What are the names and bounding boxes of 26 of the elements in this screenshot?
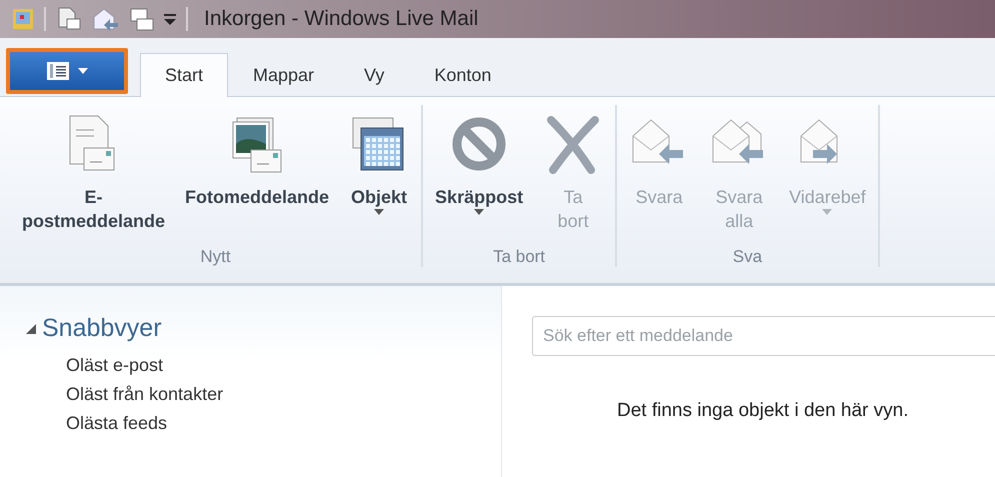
ribbon-button[interactable]: E- postmeddelande bbox=[22, 105, 166, 233]
customize-icon[interactable] bbox=[164, 12, 176, 26]
ribbon-tab[interactable]: Mappar bbox=[228, 53, 340, 97]
app-menu-button[interactable] bbox=[6, 48, 128, 94]
caret-icon bbox=[78, 68, 88, 74]
ribbon-tab[interactable]: Vy bbox=[339, 53, 410, 97]
group-label: Sva bbox=[732, 247, 762, 267]
ribbon-button[interactable]: Skräppost bbox=[435, 105, 524, 215]
ribbon-tab[interactable]: Start bbox=[140, 53, 228, 97]
ribbon-button[interactable]: Fotomeddelande bbox=[185, 105, 330, 209]
sidebar-item[interactable]: Olästa feeds bbox=[26, 409, 501, 438]
group-label: Ta bort bbox=[493, 247, 546, 267]
empty-message: Det finns inga objekt i den här vyn. bbox=[617, 400, 910, 422]
new-mail-icon[interactable] bbox=[56, 7, 82, 31]
search-field[interactable]: Sök efter ett meddelande bbox=[532, 316, 995, 356]
sidebar-item[interactable]: Oläst e-post bbox=[26, 351, 501, 380]
group-label: Nytt bbox=[200, 247, 231, 267]
envelope-arrow-icon[interactable] bbox=[92, 7, 118, 31]
ribbon-button[interactable]: Objekt bbox=[349, 105, 410, 215]
menu-icon bbox=[46, 61, 70, 81]
app-icon bbox=[12, 8, 34, 30]
ribbon-tab[interactable]: Konton bbox=[409, 53, 516, 97]
sidebar-item[interactable]: Oläst från kontakter bbox=[26, 380, 501, 409]
window-title: Inkorgen - Windows Live Mail bbox=[204, 7, 478, 31]
expand-icon bbox=[26, 324, 36, 334]
sidebar-heading[interactable]: Snabbvyer bbox=[26, 314, 501, 343]
